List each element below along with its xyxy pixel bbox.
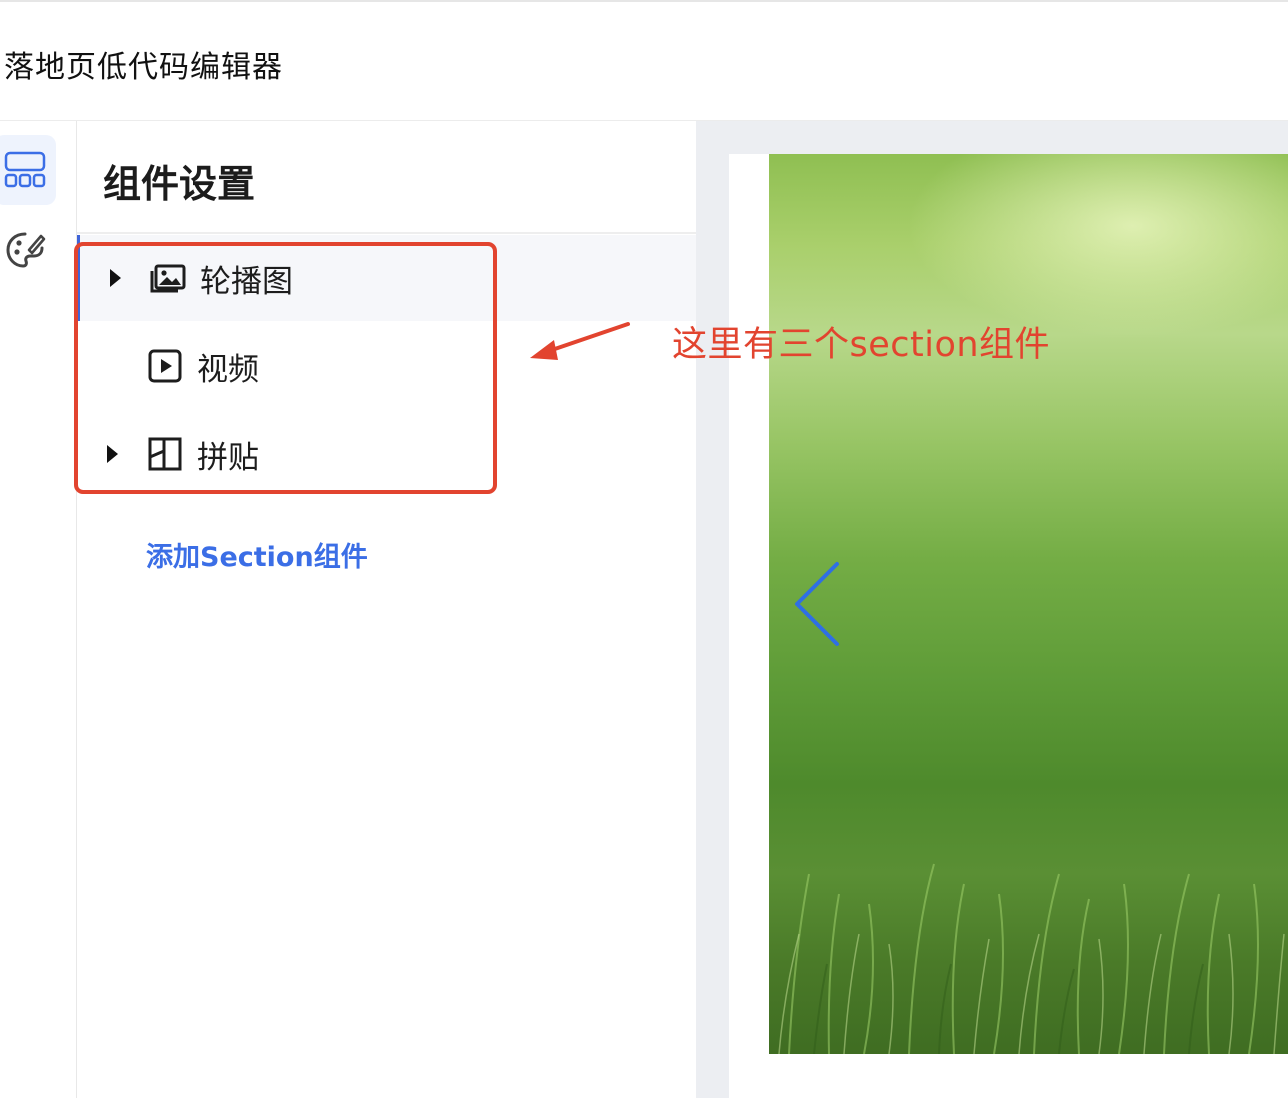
annotation-text: 这里有三个section组件	[672, 325, 1051, 365]
app-title: 落地页低代码编辑器	[4, 50, 283, 85]
tree-item-label: 视频	[197, 351, 259, 388]
image-icon	[150, 260, 186, 296]
tree-item-label: 轮播图	[200, 263, 293, 300]
rail-components-button[interactable]	[0, 135, 56, 205]
tree-item-collage[interactable]: 拼贴	[77, 411, 696, 497]
rail-style-button[interactable]	[0, 215, 56, 285]
expand-caret-icon[interactable]	[110, 269, 121, 287]
panel-title: 组件设置	[103, 162, 256, 206]
tree-item-carousel[interactable]: 轮播图	[77, 235, 696, 321]
component-settings-panel: 组件设置 轮播图 视频 拼贴 添加Section组件	[77, 121, 696, 1098]
expand-caret-icon[interactable]	[107, 445, 118, 463]
left-icon-rail	[0, 121, 77, 1098]
collage-grid-icon	[147, 436, 183, 472]
preview-page	[729, 154, 1288, 1098]
add-section-link[interactable]: 添加Section组件	[146, 535, 368, 574]
layout-blocks-icon	[4, 151, 46, 188]
top-bar: 落地页低代码编辑器	[0, 0, 1288, 121]
tree-item-video[interactable]: 视频	[77, 323, 696, 409]
grass-texture	[778, 863, 1285, 1054]
carousel-prev-icon[interactable]	[787, 554, 847, 654]
palette-icon	[6, 232, 46, 268]
video-play-icon	[147, 348, 183, 384]
preview-canvas-area	[696, 121, 1288, 1098]
tree-item-label: 拼贴	[197, 439, 259, 476]
carousel-banner-image	[769, 154, 1288, 1054]
divider	[77, 232, 696, 234]
